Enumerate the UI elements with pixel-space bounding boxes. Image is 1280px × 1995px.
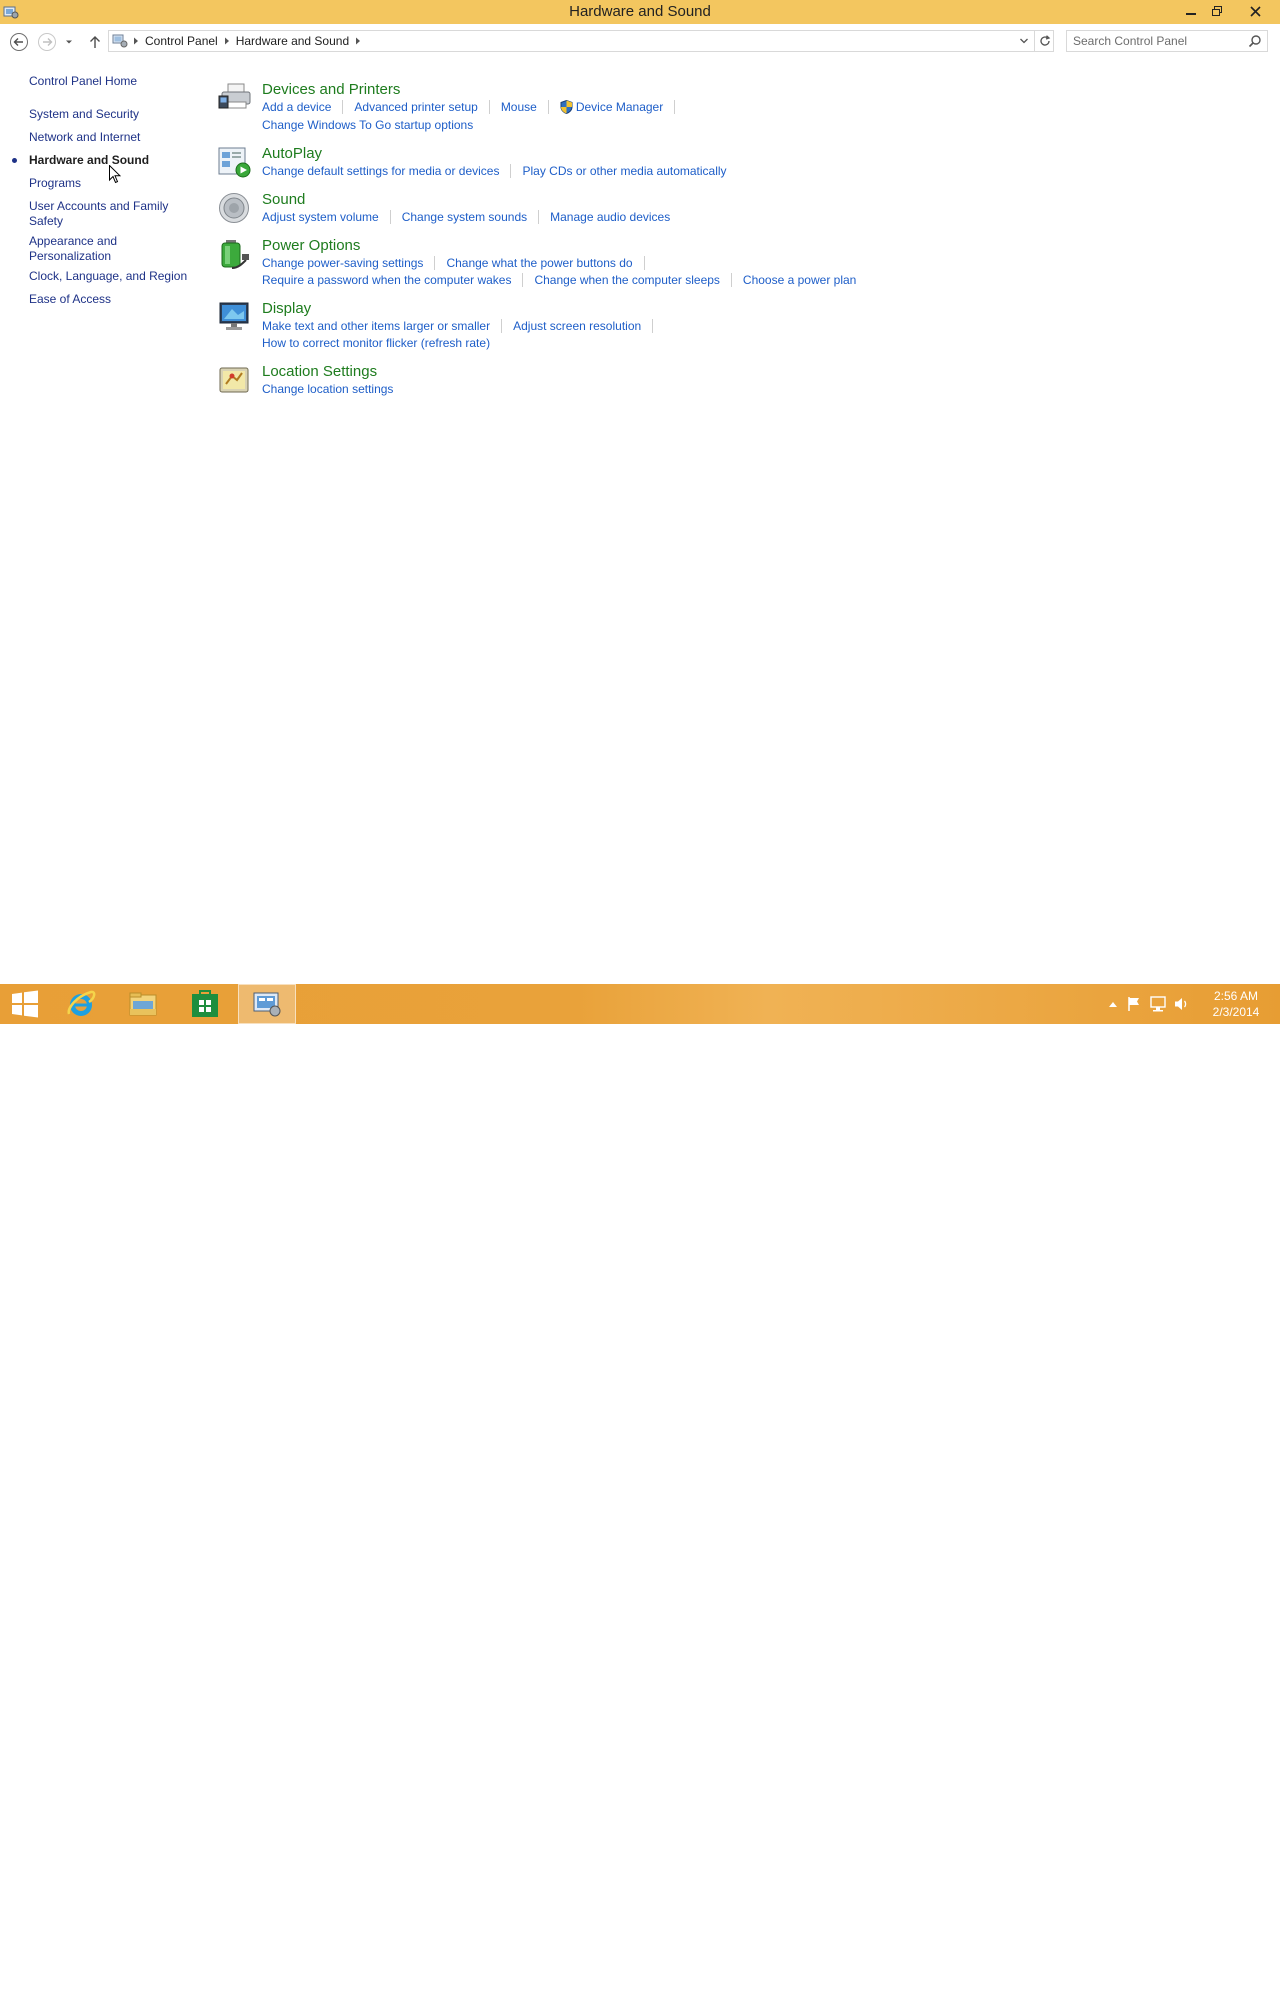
location-settings-heading[interactable]: Location Settings	[262, 363, 377, 380]
link-divider	[501, 319, 503, 333]
volume-icon[interactable]	[1170, 996, 1194, 1012]
speaker-icon	[218, 192, 250, 224]
link-divider	[510, 164, 512, 178]
back-button[interactable]	[9, 32, 29, 52]
control-panel-small-icon	[109, 31, 131, 51]
sound-heading[interactable]: Sound	[262, 191, 305, 208]
mouse-link[interactable]: Mouse	[501, 100, 537, 114]
refresh-icon[interactable]	[1034, 31, 1054, 51]
printer-icon	[218, 82, 251, 114]
control-panel-taskbar-button[interactable]	[238, 984, 296, 1024]
breadcrumb-chevron-icon[interactable]	[222, 31, 232, 51]
breadcrumb-chevron-icon[interactable]	[353, 31, 363, 51]
taskbar-clock[interactable]: 2:56 AM 2/3/2014	[1206, 988, 1266, 1020]
autoplay-icon	[218, 146, 251, 178]
active-item-bullet	[12, 158, 17, 163]
sidebar-item-clock-language-region[interactable]: Clock, Language, and Region	[29, 269, 189, 284]
store-icon[interactable]	[176, 984, 234, 1024]
search-icon[interactable]	[1248, 34, 1262, 51]
address-path-box[interactable]: Control Panel Hardware and Sound	[108, 30, 1054, 52]
search-box[interactable]	[1066, 30, 1268, 52]
device-manager-link[interactable]: Device Manager	[560, 100, 663, 114]
title-bar: Hardware and Sound	[0, 0, 1280, 24]
network-icon[interactable]	[1146, 996, 1170, 1012]
change-system-sounds-link[interactable]: Change system sounds	[402, 210, 527, 224]
make-text-larger-link[interactable]: Make text and other items larger or smal…	[262, 319, 490, 333]
minimize-button[interactable]	[1178, 0, 1204, 22]
close-button[interactable]	[1240, 0, 1270, 22]
sidebar-item-user-accounts[interactable]: User Accounts and Family Safety	[29, 199, 179, 229]
monitor-flicker-link[interactable]: How to correct monitor flicker (refresh …	[262, 336, 490, 350]
link-divider	[434, 256, 436, 270]
adjust-system-volume-link[interactable]: Adjust system volume	[262, 210, 379, 224]
change-power-saving-settings-link[interactable]: Change power-saving settings	[262, 256, 423, 270]
devices-and-printers-heading[interactable]: Devices and Printers	[262, 81, 400, 98]
windows-to-go-startup-link[interactable]: Change Windows To Go startup options	[262, 118, 473, 132]
advanced-printer-setup-link[interactable]: Advanced printer setup	[354, 100, 477, 114]
breadcrumb-hardware-and-sound[interactable]: Hardware and Sound	[232, 34, 353, 48]
breadcrumb-control-panel[interactable]: Control Panel	[141, 34, 222, 48]
adjust-screen-resolution-link[interactable]: Adjust screen resolution	[513, 319, 641, 333]
breadcrumb-chevron-icon[interactable]	[131, 31, 141, 51]
require-password-on-wake-link[interactable]: Require a password when the computer wak…	[262, 273, 511, 287]
address-dropdown-icon[interactable]	[1015, 31, 1033, 51]
system-tray	[1104, 984, 1194, 1024]
link-divider	[522, 273, 524, 287]
action-center-flag-icon[interactable]	[1122, 996, 1146, 1012]
clock-date: 2/3/2014	[1212, 1005, 1260, 1019]
restore-button[interactable]	[1204, 0, 1230, 22]
link-divider	[643, 256, 645, 270]
change-default-media-settings-link[interactable]: Change default settings for media or dev…	[262, 164, 499, 178]
window-title: Hardware and Sound	[569, 3, 711, 20]
power-options-heading[interactable]: Power Options	[262, 237, 360, 254]
battery-icon	[218, 238, 250, 270]
clock-time: 2:56 AM	[1213, 989, 1259, 1003]
link-divider	[730, 273, 732, 287]
autoplay-heading[interactable]: AutoPlay	[262, 145, 322, 162]
sidebar-item-system-and-security[interactable]: System and Security	[29, 107, 189, 122]
up-button[interactable]	[85, 32, 105, 52]
uac-shield-icon	[560, 100, 573, 114]
forward-button[interactable]	[37, 32, 57, 52]
start-icon[interactable]	[0, 984, 50, 1024]
link-divider	[547, 100, 549, 114]
display-heading[interactable]: Display	[262, 300, 311, 317]
change-power-buttons-link[interactable]: Change what the power buttons do	[446, 256, 632, 270]
link-divider	[652, 319, 654, 333]
search-input[interactable]	[1073, 33, 1243, 49]
sidebar-item-network-and-internet[interactable]: Network and Internet	[29, 130, 189, 145]
monitor-icon	[218, 301, 250, 333]
add-a-device-link[interactable]: Add a device	[262, 100, 331, 114]
mouse-cursor-icon	[109, 164, 122, 187]
sidebar-item-ease-of-access[interactable]: Ease of Access	[29, 292, 189, 307]
link-divider	[389, 210, 391, 224]
manage-audio-devices-link[interactable]: Manage audio devices	[550, 210, 670, 224]
internet-explorer-icon[interactable]	[52, 984, 110, 1024]
sidebar-item-control-panel-home[interactable]: Control Panel Home	[29, 74, 189, 89]
change-when-computer-sleeps-link[interactable]: Change when the computer sleeps	[534, 273, 719, 287]
taskbar: The Collection Book 2:56 AM 2/3/2014	[0, 984, 1280, 1994]
choose-power-plan-link[interactable]: Choose a power plan	[743, 273, 856, 287]
file-explorer-icon[interactable]	[114, 984, 172, 1024]
change-location-settings-link[interactable]: Change location settings	[262, 382, 393, 396]
location-icon	[218, 364, 250, 396]
link-divider	[342, 100, 344, 114]
link-divider	[538, 210, 540, 224]
sidebar-item-appearance[interactable]: Appearance and Personalization	[29, 234, 129, 264]
link-divider	[488, 100, 490, 114]
watermark-text: The Collection Book	[1092, 1974, 1254, 1994]
link-divider	[674, 100, 676, 114]
recent-locations-dropdown[interactable]	[62, 32, 76, 52]
play-cds-automatically-link[interactable]: Play CDs or other media automatically	[522, 164, 726, 178]
show-hidden-icons-icon[interactable]	[1104, 1000, 1122, 1008]
device-manager-label: Device Manager	[575, 100, 664, 114]
